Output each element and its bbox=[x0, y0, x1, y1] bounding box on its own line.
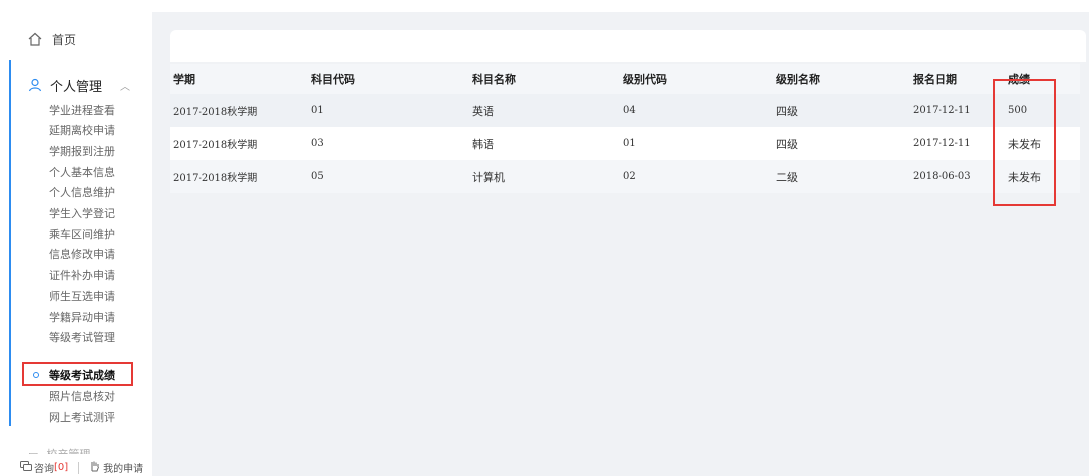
sidebar-item[interactable]: 学籍异动申请 bbox=[49, 309, 115, 325]
sidebar-item[interactable]: 个人基本信息 bbox=[49, 164, 115, 180]
sidebar-item-label: 师生互选申请 bbox=[49, 290, 115, 303]
sidebar-item-label: 学生入学登记 bbox=[49, 207, 115, 220]
sidebar-item[interactable]: 证件补办申请 bbox=[49, 267, 115, 283]
sidebar-item[interactable]: 等级考试管理 bbox=[49, 329, 115, 345]
column-header[interactable]: 学期 bbox=[170, 64, 308, 94]
column-header[interactable]: 报名日期 bbox=[910, 64, 1005, 94]
sidebar-item[interactable]: 网上考试测评 bbox=[49, 409, 115, 425]
home-icon bbox=[28, 32, 42, 46]
table-cell: 2017-12-11 bbox=[910, 127, 1005, 160]
sidebar-item-label: 学期报到注册 bbox=[49, 145, 115, 158]
table-row[interactable]: 2017-2018秋学期 03 韩语 01 四级 2017-12-11 未发布 bbox=[170, 127, 1080, 160]
sidebar-item[interactable]: 师生互选申请 bbox=[49, 288, 115, 304]
sidebar-item-label: 个人基本信息 bbox=[49, 166, 115, 179]
table-header-row: 学期 科目代码 科目名称 级别代码 级别名称 报名日期 成绩 bbox=[170, 64, 1080, 94]
sidebar-item-label: 延期离校申请 bbox=[49, 124, 115, 137]
nav-home-label: 首页 bbox=[52, 32, 77, 47]
sidebar-item-label: 照片信息核对 bbox=[49, 390, 115, 403]
hand-icon bbox=[89, 460, 100, 475]
sidebar-item-label: 证件补办申请 bbox=[49, 269, 115, 282]
sidebar-item[interactable]: 个人信息维护 bbox=[49, 184, 115, 200]
active-item-highlight bbox=[22, 362, 133, 386]
sidebar-item-label: 网上考试测评 bbox=[49, 411, 115, 424]
toolbar-panel bbox=[170, 30, 1086, 62]
column-header[interactable]: 科目代码 bbox=[308, 64, 469, 94]
my-apply-button[interactable]: 我的申请 bbox=[89, 460, 143, 475]
sidebar-item[interactable]: 学期报到注册 bbox=[49, 143, 115, 159]
sidebar-item-label: 等级考试管理 bbox=[49, 331, 115, 344]
table-cell: 计算机 bbox=[469, 160, 620, 193]
table-cell: 2017-2018秋学期 bbox=[170, 160, 308, 193]
table-cell: 四级 bbox=[773, 127, 910, 160]
table-cell: 四级 bbox=[773, 94, 910, 127]
column-header[interactable]: 级别名称 bbox=[773, 64, 910, 94]
sidebar-item[interactable]: 乘车区间维护 bbox=[49, 226, 115, 242]
group-personal-management[interactable]: 个人管理 ︿ bbox=[28, 74, 146, 96]
sidebar-item-label: 学籍异动申请 bbox=[49, 311, 115, 324]
table-cell: 05 bbox=[308, 160, 469, 193]
group-label: 个人管理 bbox=[50, 79, 103, 95]
sidebar-item-label: 乘车区间维护 bbox=[49, 228, 115, 241]
score-table-wrap: 学期 科目代码 科目名称 级别代码 级别名称 报名日期 成绩 2017-2018秋学期 01 英… bbox=[170, 64, 1080, 193]
sidebar-item-label: 个人信息维护 bbox=[49, 186, 115, 199]
sidebar-item-label: 信息修改申请 bbox=[49, 248, 115, 261]
main-content: 学期 科目代码 科目名称 级别代码 级别名称 报名日期 成绩 2017-2018秋学期 01 英… bbox=[152, 12, 1089, 476]
sidebar-item-label: 学业进程查看 bbox=[49, 104, 115, 117]
sidebar-item[interactable]: 照片信息核对 bbox=[49, 388, 115, 404]
table-cell: 01 bbox=[620, 127, 773, 160]
chevron-up-icon[interactable]: ︿ bbox=[120, 78, 130, 93]
sidebar: 首页 个人管理 ︿ 学业进程查看 延期离校申请 学期报到注册 个人基本信息 个人信息维护… bbox=[0, 0, 152, 476]
consult-button[interactable]: 咨询 [0] bbox=[20, 460, 68, 475]
consult-label: 咨询 bbox=[34, 464, 54, 475]
table-cell: 2017-2018秋学期 bbox=[170, 127, 308, 160]
group-indicator bbox=[9, 60, 11, 426]
sidebar-footer: 咨询 [0] 我的申请 bbox=[0, 459, 152, 476]
score-table: 学期 科目代码 科目名称 级别代码 级别名称 报名日期 成绩 2017-2018秋学期 01 英… bbox=[170, 64, 1080, 193]
sidebar-item[interactable]: 延期离校申请 bbox=[49, 122, 115, 138]
table-row[interactable]: 2017-2018秋学期 05 计算机 02 二级 2018-06-03 未发布 bbox=[170, 160, 1080, 193]
sidebar-item[interactable]: 学业进程查看 bbox=[49, 102, 115, 118]
sidebar-item[interactable]: 信息修改申请 bbox=[49, 246, 115, 262]
table-cell: 03 bbox=[308, 127, 469, 160]
consult-count: [0] bbox=[54, 462, 69, 473]
table-cell: 04 bbox=[620, 94, 773, 127]
table-cell: 韩语 bbox=[469, 127, 620, 160]
score-column-highlight bbox=[993, 79, 1056, 206]
table-cell: 英语 bbox=[469, 94, 620, 127]
column-header[interactable]: 级别代码 bbox=[620, 64, 773, 94]
user-icon bbox=[28, 78, 42, 92]
table-cell: 01 bbox=[308, 94, 469, 127]
table-cell: 2017-12-11 bbox=[910, 94, 1005, 127]
sidebar-item[interactable]: 学生入学登记 bbox=[49, 205, 115, 221]
my-apply-label: 我的申请 bbox=[103, 464, 144, 475]
column-header[interactable]: 科目名称 bbox=[469, 64, 620, 94]
table-cell: 02 bbox=[620, 160, 773, 193]
chat-icon bbox=[20, 460, 32, 475]
table-cell: 2018-06-03 bbox=[910, 160, 1005, 193]
table-row[interactable]: 2017-2018秋学期 01 英语 04 四级 2017-12-11 500 bbox=[170, 94, 1080, 127]
divider bbox=[78, 461, 80, 474]
table-cell: 二级 bbox=[773, 160, 910, 193]
table-cell: 2017-2018秋学期 bbox=[170, 94, 308, 127]
nav-home[interactable]: 首页 bbox=[28, 30, 76, 48]
